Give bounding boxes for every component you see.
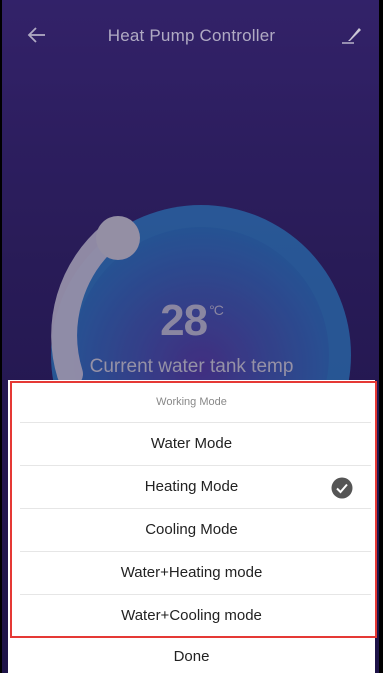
option-cooling-mode[interactable]: Cooling Mode — [8, 509, 375, 551]
check-circle-icon — [331, 477, 353, 499]
done-button[interactable]: Done — [8, 648, 375, 665]
sheet-title: Working Mode — [156, 396, 227, 408]
option-water-cooling-mode[interactable]: Water+Cooling mode — [8, 595, 375, 637]
option-water-heating-mode[interactable]: Water+Heating mode — [8, 552, 375, 594]
frame-edge — [379, 0, 383, 673]
frame-edge — [0, 0, 2, 673]
option-water-mode[interactable]: Water Mode — [8, 423, 375, 465]
working-mode-sheet: Working Mode Water Mode Heating Mode Coo… — [8, 380, 375, 673]
option-heating-mode[interactable]: Heating Mode — [8, 466, 375, 508]
